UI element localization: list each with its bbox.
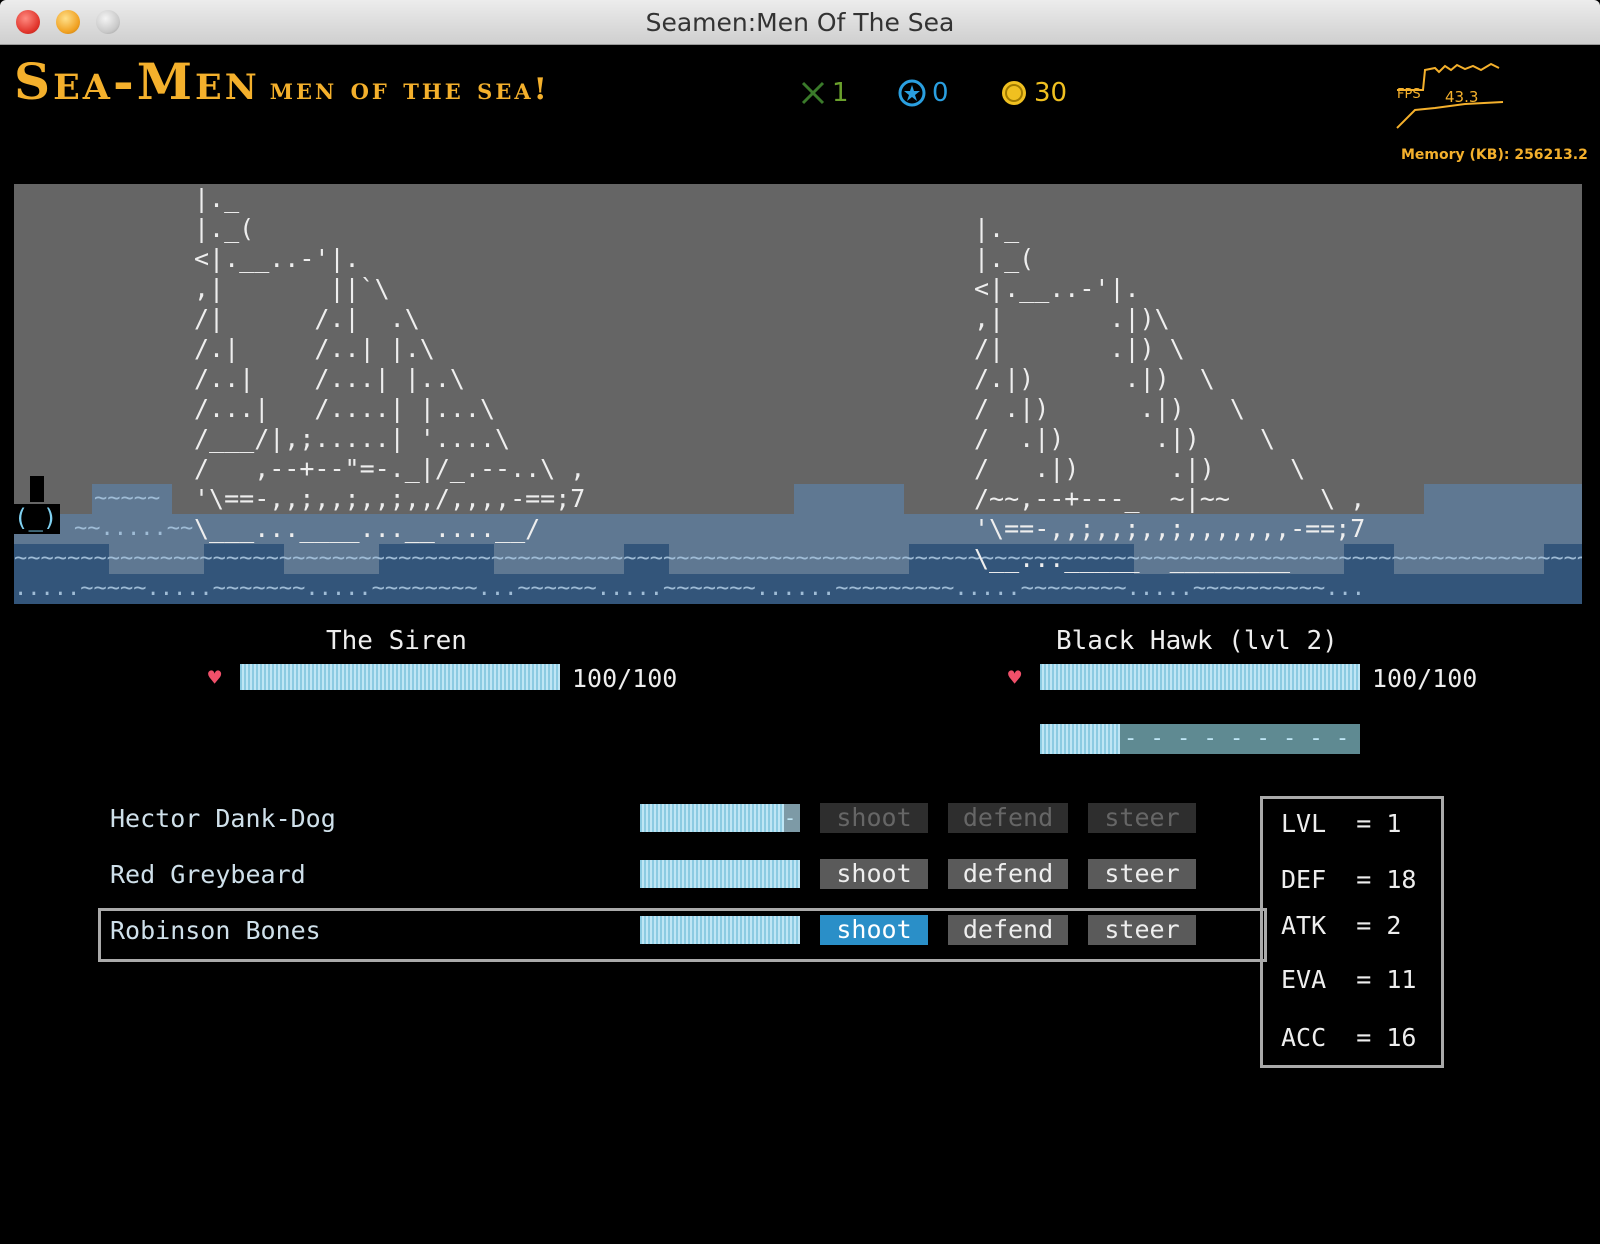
stat-acc: ACC = 16 xyxy=(1281,1023,1417,1052)
shoot-button[interactable]: shoot xyxy=(820,803,928,833)
steer-button[interactable]: steer xyxy=(1088,803,1196,833)
steer-button[interactable]: steer xyxy=(1088,859,1196,889)
swords-counter: 1 xyxy=(800,78,849,108)
wave-text: ~~~~~ xyxy=(94,486,161,511)
logo-subtitle: men of the sea! xyxy=(269,72,550,107)
enemy-heart-icon: ♥ xyxy=(1008,666,1022,691)
memory-readout: Memory (KB): 256213.2 xyxy=(1401,147,1588,163)
cannonball-marker xyxy=(30,476,44,502)
wave-block xyxy=(794,484,904,514)
shoot-button[interactable]: shoot xyxy=(820,915,928,945)
coins-counter: 30 xyxy=(1000,78,1067,108)
player-cursor: (_) xyxy=(14,504,60,534)
stars-counter: 0 xyxy=(898,78,949,108)
stat-atk: ATK = 2 xyxy=(1281,911,1402,940)
steer-button[interactable]: steer xyxy=(1088,915,1196,945)
logo-title: Sea-Men xyxy=(14,52,260,111)
player-hp-bar xyxy=(240,664,560,690)
enemy-charge-fill xyxy=(1040,724,1120,754)
defend-button[interactable]: defend xyxy=(948,915,1068,945)
enemy-hp-bar xyxy=(1040,664,1360,690)
defend-button[interactable]: defend xyxy=(948,803,1068,833)
crew-name-red[interactable]: Red Greybeard xyxy=(110,860,306,889)
enemy-charge-dashes: - - - - - - - - - - - - - xyxy=(1124,726,1350,751)
crew-stamina-bar xyxy=(640,860,800,888)
crew-stats-panel: LVL = 1 DEF = 18 ATK = 2 EVA = 11 ACC = … xyxy=(1260,796,1444,1068)
battle-scene: ~~~~~ ~~.....~~ ~~~~~~~~~~~~~~~~~~~~~~~~… xyxy=(14,184,1582,604)
game-logo: Sea-Men men of the sea! xyxy=(14,52,550,111)
player-heart-icon: ♥ xyxy=(208,666,222,691)
wave-text: .....~~~~~.....~~~~~~~.....~~~~~~~~...~~… xyxy=(14,576,1366,601)
coins-count: 30 xyxy=(1034,78,1068,108)
star-badge-icon xyxy=(898,79,926,107)
enemy-hp-text: 100/100 xyxy=(1372,664,1478,693)
window-title: Seamen:Men Of The Sea xyxy=(645,8,955,37)
fps-label: FPS xyxy=(1397,87,1421,102)
crew-name-robinson[interactable]: Robinson Bones xyxy=(110,916,321,945)
wave-block xyxy=(1424,484,1582,514)
stat-lvl: LVL = 1 xyxy=(1281,809,1402,838)
shoot-button[interactable]: shoot xyxy=(820,859,928,889)
crossed-swords-icon xyxy=(801,81,825,105)
player-hp-text: 100/100 xyxy=(572,664,678,693)
player-ship-name: The Siren xyxy=(326,626,467,656)
gold-coin-icon xyxy=(1002,81,1026,105)
enemy-ship-name: Black Hawk (lvl 2) xyxy=(1056,626,1338,656)
crew-stamina-bar xyxy=(640,804,784,832)
enemy-charge-bar: - - - - - - - - - - - - - xyxy=(1040,724,1360,754)
window-titlebar: Seamen:Men Of The Sea xyxy=(0,0,1600,45)
stat-def: DEF = 18 xyxy=(1281,865,1417,894)
stars-count: 0 xyxy=(932,78,949,108)
enemy-ship-ascii: |._ |._( <|.__..-'|. ,| .|)\ /| .|) \ /.… xyxy=(974,214,1366,573)
fps-value: 43.3 xyxy=(1445,88,1479,106)
player-ship-ascii: |._ |._( <|.__..-'|. ,| ||`\ /| /.| .\ /… xyxy=(194,184,586,543)
crew-name-hector[interactable]: Hector Dank-Dog xyxy=(110,804,336,833)
crew-stamina-gap: - xyxy=(784,804,800,832)
swords-count: 1 xyxy=(832,78,849,108)
defend-button[interactable]: defend xyxy=(948,859,1068,889)
stat-eva: EVA = 11 xyxy=(1281,965,1417,994)
crew-stamina-bar xyxy=(640,916,800,944)
wave-text: ~~.....~~ xyxy=(74,516,194,541)
